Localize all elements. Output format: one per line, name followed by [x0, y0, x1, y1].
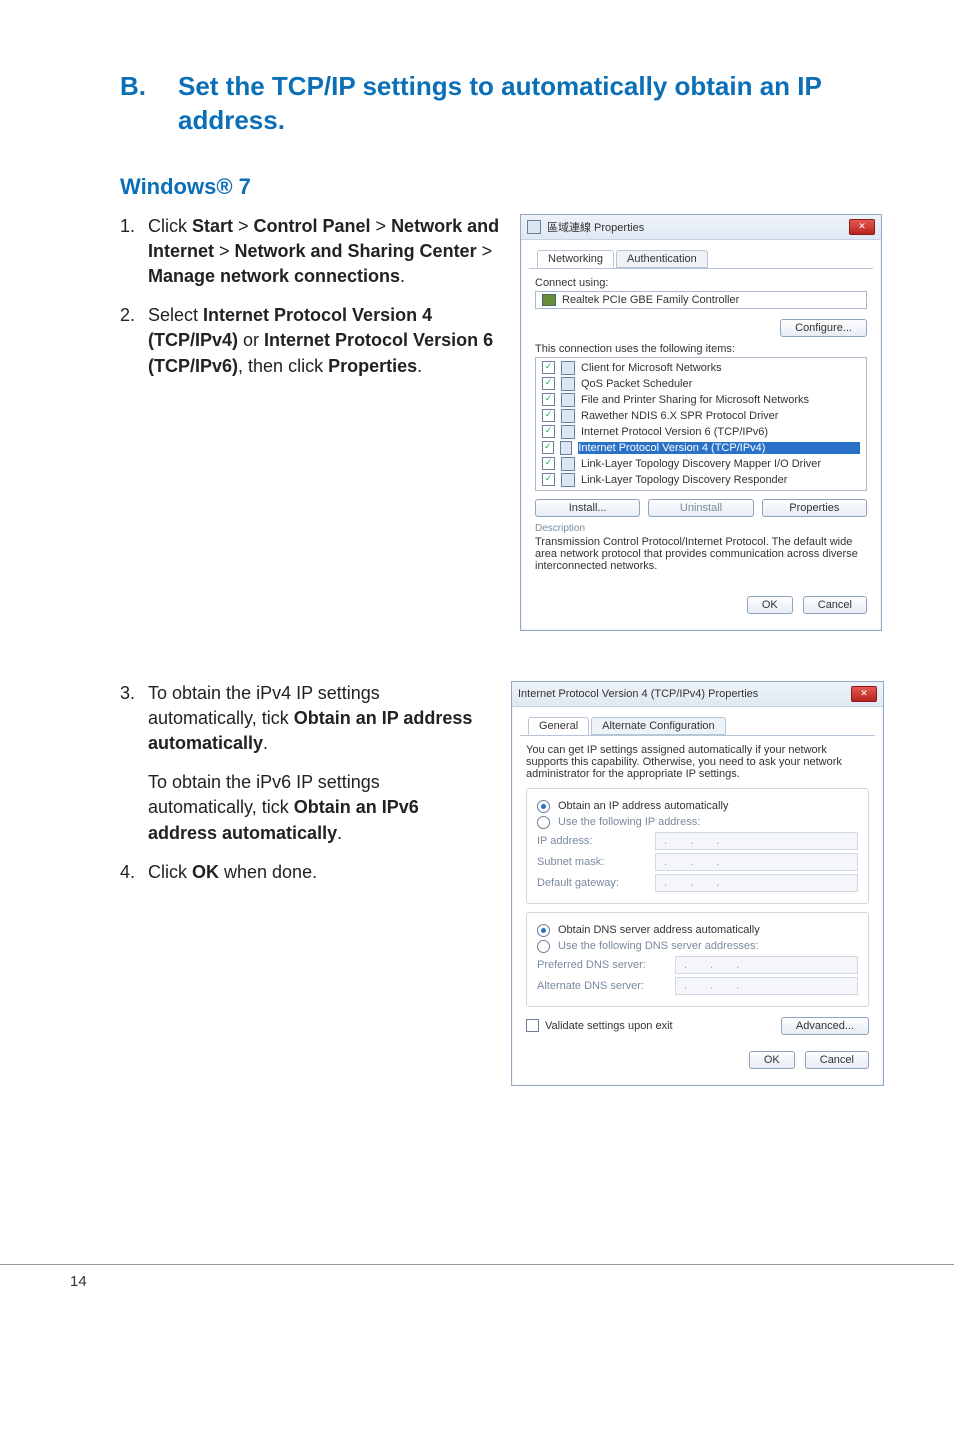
component-icon — [561, 409, 575, 423]
step-number: 2. — [120, 303, 138, 379]
radio-use-dns[interactable] — [537, 940, 550, 953]
dialog-title: 區域連線 Properties — [547, 219, 644, 235]
uninstall-button[interactable]: Uninstall — [648, 499, 753, 517]
component-icon — [561, 425, 575, 439]
mask-field: . . . — [655, 853, 858, 871]
checkbox-icon[interactable]: ✓ — [542, 393, 555, 406]
advanced-button[interactable]: Advanced... — [781, 1017, 869, 1035]
configure-button[interactable]: Configure... — [780, 319, 867, 337]
adns-label: Alternate DNS server: — [537, 980, 667, 992]
component-icon — [560, 441, 573, 455]
install-button[interactable]: Install... — [535, 499, 640, 517]
checkbox-icon[interactable]: ✓ — [542, 425, 555, 438]
properties-button[interactable]: Properties — [762, 499, 867, 517]
radio-label: Use the following IP address: — [558, 816, 700, 828]
intro-text: You can get IP settings assigned automat… — [526, 744, 869, 780]
component-icon — [561, 377, 575, 391]
ok-button[interactable]: OK — [749, 1051, 795, 1069]
subsection-heading: Windows® 7 — [120, 174, 884, 200]
radio-label: Obtain DNS server address automatically — [558, 924, 760, 936]
pdns-label: Preferred DNS server: — [537, 959, 667, 971]
adapter-field: Realtek PCIe GBE Family Controller — [535, 291, 867, 309]
validate-checkbox[interactable]: ✓ — [526, 1019, 539, 1032]
page-number: 14 — [70, 1273, 87, 1290]
components-listbox[interactable]: ✓ Client for Microsoft Networks ✓ QoS Pack… — [535, 357, 867, 491]
cancel-button[interactable]: Cancel — [805, 1051, 869, 1069]
step-body: Click OK when done. — [148, 860, 491, 885]
gateway-label: Default gateway: — [537, 877, 647, 889]
list-item: QoS Packet Scheduler — [581, 378, 692, 390]
list-item: Rawether NDIS 6.X SPR Protocol Driver — [581, 410, 778, 422]
list-item: Link-Layer Topology Discovery Responder — [581, 474, 787, 486]
section-letter: B. — [120, 70, 146, 138]
list-item: Link-Layer Topology Discovery Mapper I/O… — [581, 458, 821, 470]
ipv4-properties-dialog: Internet Protocol Version 4 (TCP/IPv4) P… — [511, 681, 884, 1086]
checkbox-icon[interactable]: ✓ — [542, 377, 555, 390]
description-text: Transmission Control Protocol/Internet P… — [535, 536, 867, 572]
window-icon — [527, 220, 541, 234]
mask-label: Subnet mask: — [537, 856, 647, 868]
network-properties-dialog: 區域連線 Properties ✕ NetworkingAuthenticati… — [520, 214, 882, 631]
checkbox-icon[interactable]: ✓ — [542, 457, 555, 470]
description-label: Description — [535, 523, 867, 534]
step-number: 3. — [120, 681, 138, 846]
connect-using-label: Connect using: — [535, 277, 867, 289]
step-number: 4. — [120, 860, 138, 885]
list-item: Internet Protocol Version 6 (TCP/IPv6) — [581, 426, 768, 438]
tab-authentication[interactable]: Authentication — [616, 250, 708, 268]
steps-col-2: 3. To obtain the iPv4 IP settings automa… — [120, 681, 491, 899]
component-icon — [561, 473, 575, 487]
gateway-field: . . . — [655, 874, 858, 892]
section-heading: B. Set the TCP/IP settings to automatica… — [120, 70, 884, 138]
close-icon[interactable]: ✕ — [851, 686, 877, 702]
cancel-button[interactable]: Cancel — [803, 596, 867, 614]
tab-general[interactable]: General — [528, 717, 589, 735]
checkbox-icon[interactable]: ✓ — [542, 409, 555, 422]
component-icon — [561, 393, 575, 407]
tab-alternate-config[interactable]: Alternate Configuration — [591, 717, 726, 735]
step-body: Click Start > Control Panel > Network an… — [148, 214, 500, 290]
checkbox-icon[interactable]: ✓ — [542, 361, 555, 374]
network-card-icon — [542, 294, 556, 306]
tab-networking[interactable]: Networking — [537, 250, 614, 268]
steps-col-1: 1. Click Start > Control Panel > Network… — [120, 214, 500, 393]
component-icon — [561, 361, 575, 375]
list-item: File and Printer Sharing for Microsoft N… — [581, 394, 809, 406]
uses-items-label: This connection uses the following items… — [535, 343, 867, 355]
checkbox-icon[interactable]: ✓ — [542, 441, 554, 454]
ip-field: . . . — [655, 832, 858, 850]
component-icon — [561, 457, 575, 471]
radio-label: Obtain an IP address automatically — [558, 800, 728, 812]
step-body: To obtain the iPv4 IP settings automatic… — [148, 681, 491, 846]
pdns-field: . . . — [675, 956, 858, 974]
step-number: 1. — [120, 214, 138, 290]
dialog-title: Internet Protocol Version 4 (TCP/IPv4) P… — [518, 688, 758, 700]
validate-label: Validate settings upon exit — [545, 1020, 673, 1032]
checkbox-icon[interactable]: ✓ — [542, 473, 555, 486]
list-item-selected: Internet Protocol Version 4 (TCP/IPv4) — [578, 442, 860, 454]
radio-use-ip[interactable] — [537, 816, 550, 829]
radio-obtain-dns-auto[interactable] — [537, 924, 550, 937]
ok-button[interactable]: OK — [747, 596, 793, 614]
adns-field: . . . — [675, 977, 858, 995]
list-item: Client for Microsoft Networks — [581, 362, 722, 374]
radio-obtain-ip-auto[interactable] — [537, 800, 550, 813]
ip-label: IP address: — [537, 835, 647, 847]
section-title: Set the TCP/IP settings to automatically… — [178, 70, 884, 138]
close-icon[interactable]: ✕ — [849, 219, 875, 235]
adapter-name: Realtek PCIe GBE Family Controller — [562, 294, 739, 306]
step-body: Select Internet Protocol Version 4 (TCP/… — [148, 303, 500, 379]
radio-label: Use the following DNS server addresses: — [558, 940, 759, 952]
